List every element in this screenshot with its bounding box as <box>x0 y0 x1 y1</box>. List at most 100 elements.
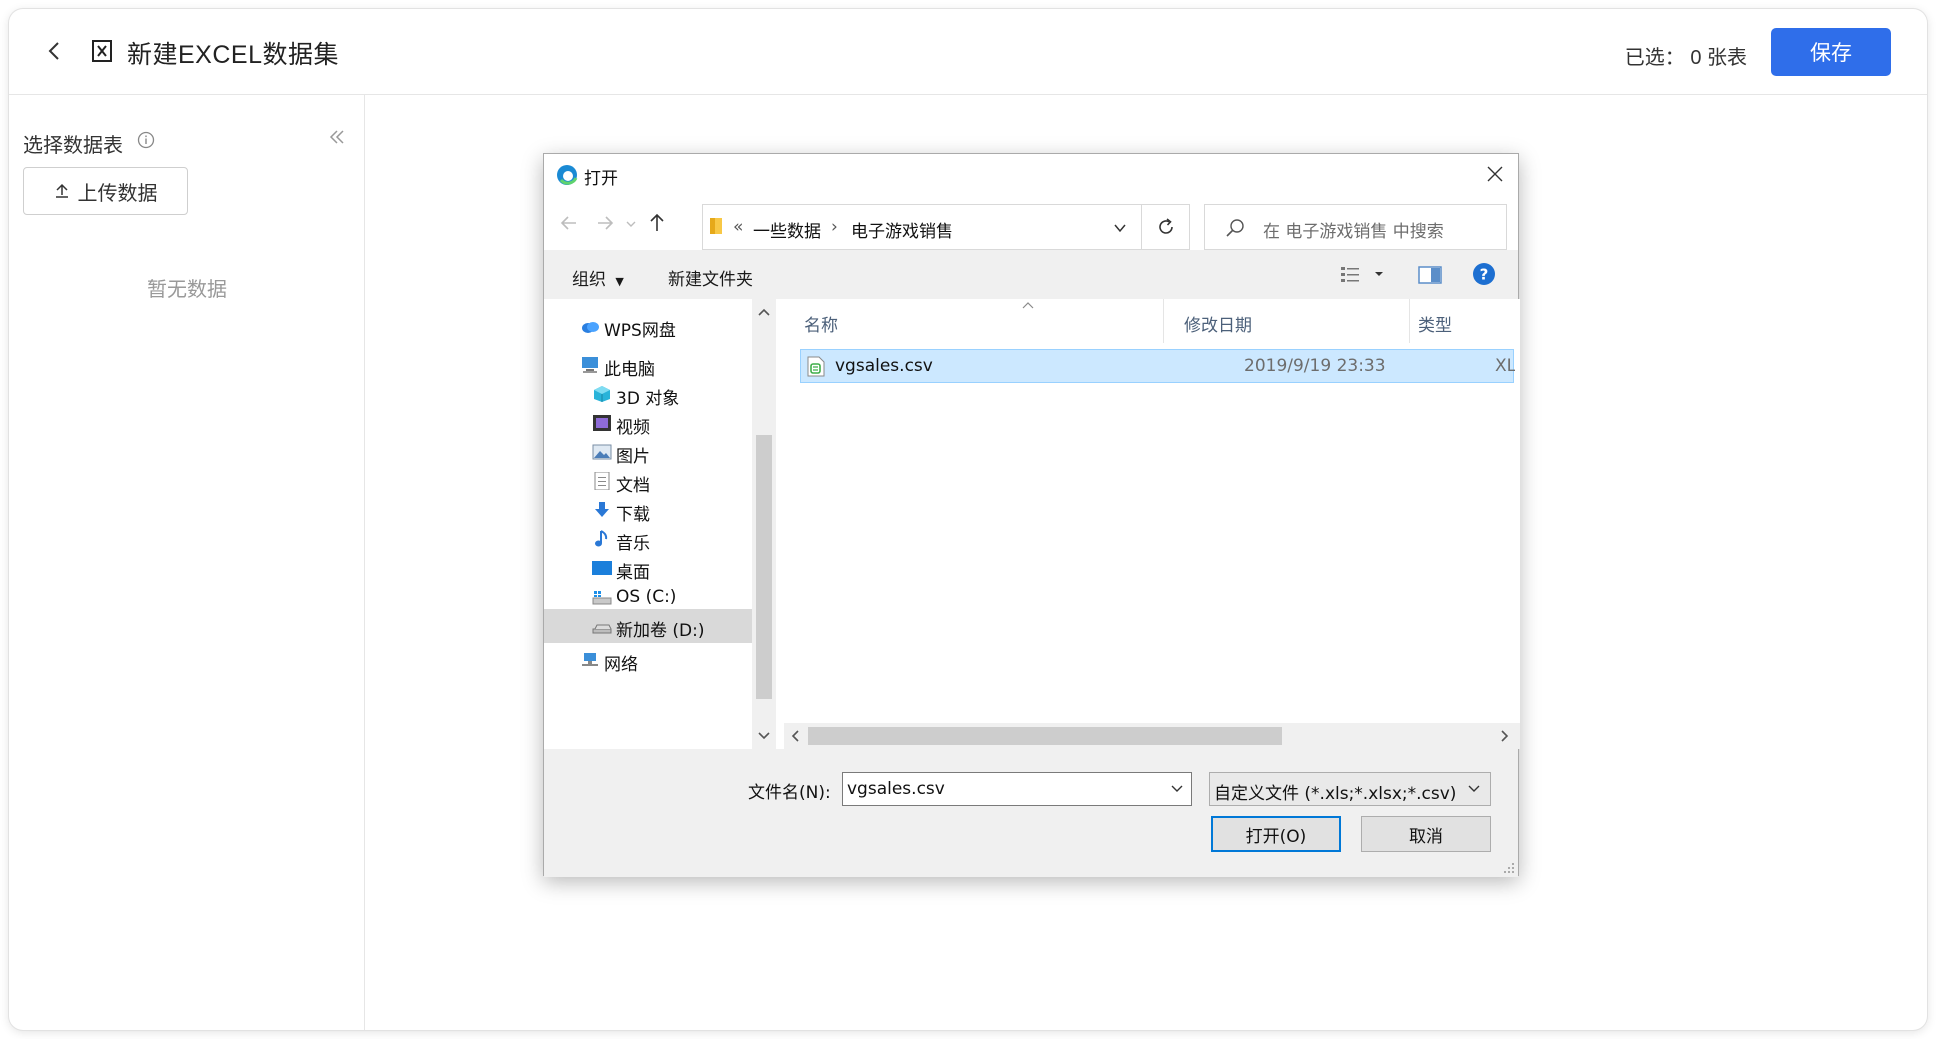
column-header-label: 名称 <box>804 316 838 336</box>
scrollbar-thumb[interactable] <box>756 435 772 699</box>
file-list-pane: 名称 修改日期 类型 vgsales.csv 2019/9/19 23:33 X… <box>784 299 1520 749</box>
sort-ascending-icon <box>1022 302 1034 309</box>
view-options-icon[interactable] <box>1340 266 1362 284</box>
organize-label: 组织 <box>572 270 606 290</box>
filename-value: vgsales.csv <box>847 779 945 799</box>
cube-icon <box>594 386 610 402</box>
scrollbar-thumb[interactable] <box>808 727 1282 745</box>
column-header-name[interactable]: 名称 <box>784 299 1164 343</box>
svg-text:?: ? <box>1480 266 1489 284</box>
nav-item-label: WPS网盘 <box>604 321 676 341</box>
chevron-down-icon[interactable] <box>1113 221 1127 235</box>
horizontal-scrollbar[interactable] <box>784 723 1520 749</box>
nav-item-label: 新加卷 (D:) <box>616 621 705 641</box>
top-bar: 新建EXCEL数据集 已选： 0 张表 保存 <box>9 9 1927 95</box>
back-icon[interactable] <box>558 212 580 234</box>
network-icon <box>582 653 598 666</box>
chevron-down-icon[interactable] <box>1171 784 1183 794</box>
search-placeholder: 在 电子游戏销售 中搜索 <box>1263 222 1444 242</box>
music-icon <box>595 530 608 547</box>
nav-item-network[interactable]: 网络 <box>544 643 752 677</box>
sidebar: 选择数据表 上传数据 暂无数据 <box>9 95 365 1030</box>
selected-label: 已选： <box>1624 47 1685 69</box>
video-icon <box>593 415 611 431</box>
forward-icon[interactable] <box>594 212 616 234</box>
selected-value: 0 张表 <box>1690 47 1747 69</box>
navigation-pane: WPS网盘 此电脑 3D 对象 视频 图片 文档 下载 音乐 桌面 OS (C:… <box>544 299 776 749</box>
file-name: vgsales.csv <box>835 356 933 376</box>
breadcrumb-overflow[interactable]: « <box>733 217 743 237</box>
excel-dataset-icon <box>92 40 112 62</box>
drive-c-icon <box>592 591 612 605</box>
csv-file-icon <box>807 356 825 377</box>
open-button[interactable]: 打开(O) <box>1211 816 1341 852</box>
close-icon[interactable] <box>1486 165 1504 183</box>
refresh-button[interactable] <box>1142 204 1190 250</box>
sidebar-title: 选择数据表 <box>23 135 123 157</box>
dialog-toolbar: 组织 ▼ 新建文件夹 ? <box>544 252 1518 298</box>
info-icon[interactable] <box>137 131 155 149</box>
filename-field[interactable]: vgsales.csv <box>842 772 1192 806</box>
back-arrow-icon[interactable] <box>43 39 67 63</box>
caret-down-icon: ▼ <box>615 275 624 288</box>
nav-pane-scrollbar[interactable] <box>752 299 776 749</box>
filename-label: 文件名(N): <box>748 783 831 803</box>
dialog-titlebar: 打开 <box>544 154 1518 194</box>
edge-browser-icon <box>557 165 578 185</box>
folder-icon <box>710 218 722 234</box>
upload-label: 上传数据 <box>77 182 158 205</box>
pictures-icon <box>592 444 612 460</box>
download-icon <box>595 502 609 517</box>
page-title: 新建EXCEL数据集 <box>127 41 339 69</box>
recent-locations-icon[interactable] <box>624 212 638 234</box>
cancel-button[interactable]: 取消 <box>1361 816 1491 852</box>
address-bar[interactable]: « 一些数据 › 电子游戏销售 <box>702 204 1142 250</box>
file-type: XLS <box>1495 356 1515 376</box>
refresh-icon <box>1158 218 1173 234</box>
drive-d-icon <box>592 624 612 634</box>
search-icon <box>1226 219 1244 237</box>
chevron-down-icon <box>1468 785 1480 792</box>
document-icon <box>594 472 610 490</box>
column-header-label: 修改日期 <box>1184 316 1252 336</box>
nav-item-label: 网络 <box>604 655 638 675</box>
up-folder-icon[interactable] <box>646 212 668 234</box>
table-row[interactable]: vgsales.csv 2019/9/19 23:33 XLS <box>800 349 1515 383</box>
filter-value: 自定义文件 (*.xls;*.xlsx;*.csv) <box>1214 784 1457 804</box>
breadcrumb-some-data[interactable]: 一些数据 <box>753 217 821 242</box>
breadcrumb-video-game-sales[interactable]: 电子游戏销售 <box>851 217 953 242</box>
nav-item-drive-d[interactable]: 新加卷 (D:) <box>544 609 752 643</box>
nav-item-label: OS (C:) <box>616 587 677 607</box>
file-type-filter[interactable]: 自定义文件 (*.xls;*.xlsx;*.csv) <box>1209 772 1491 806</box>
cloud-icon <box>582 322 599 333</box>
help-icon[interactable]: ? <box>1472 262 1496 286</box>
dialog-title: 打开 <box>584 169 618 189</box>
column-header-label: 类型 <box>1418 316 1452 336</box>
scroll-up-icon[interactable] <box>756 305 772 321</box>
dialog-body: WPS网盘 此电脑 3D 对象 视频 图片 文档 下载 音乐 桌面 OS (C:… <box>544 299 1520 749</box>
view-dropdown-icon[interactable] <box>1374 270 1384 278</box>
collapse-sidebar-icon[interactable] <box>327 127 347 147</box>
column-header-type[interactable]: 类型 <box>1410 299 1520 343</box>
new-folder-button[interactable]: 新建文件夹 <box>668 265 753 290</box>
organize-menu[interactable]: 组织 ▼ <box>572 265 624 290</box>
scroll-right-icon[interactable] <box>1496 728 1512 744</box>
open-file-dialog: 打开 « 一些数据 › 电子游戏销售 在 电子游戏销售 中搜索 组织 ▼ 新建文… <box>543 153 1520 877</box>
nav-item-wps-cloud[interactable]: WPS网盘 <box>544 309 752 343</box>
scroll-down-icon[interactable] <box>756 727 772 743</box>
save-button[interactable]: 保存 <box>1771 28 1891 76</box>
dialog-footer: 文件名(N): vgsales.csv 自定义文件 (*.xls;*.xlsx;… <box>544 750 1518 877</box>
resize-grip-icon[interactable] <box>1503 862 1515 874</box>
upload-data-button[interactable]: 上传数据 <box>23 167 188 215</box>
selected-count: 已选： 0 张表 <box>1625 41 1747 70</box>
desktop-icon <box>592 561 612 575</box>
breadcrumb-separator: › <box>831 217 838 237</box>
search-box[interactable]: 在 电子游戏销售 中搜索 <box>1204 204 1507 250</box>
upload-icon <box>55 183 68 198</box>
column-header-modified[interactable]: 修改日期 <box>1164 299 1410 343</box>
computer-icon <box>582 357 598 373</box>
scroll-left-icon[interactable] <box>788 728 804 744</box>
file-modified: 2019/9/19 23:33 <box>1244 356 1386 376</box>
preview-pane-icon[interactable] <box>1418 266 1442 284</box>
navigation-row: « 一些数据 › 电子游戏销售 在 电子游戏销售 中搜索 <box>544 194 1518 250</box>
